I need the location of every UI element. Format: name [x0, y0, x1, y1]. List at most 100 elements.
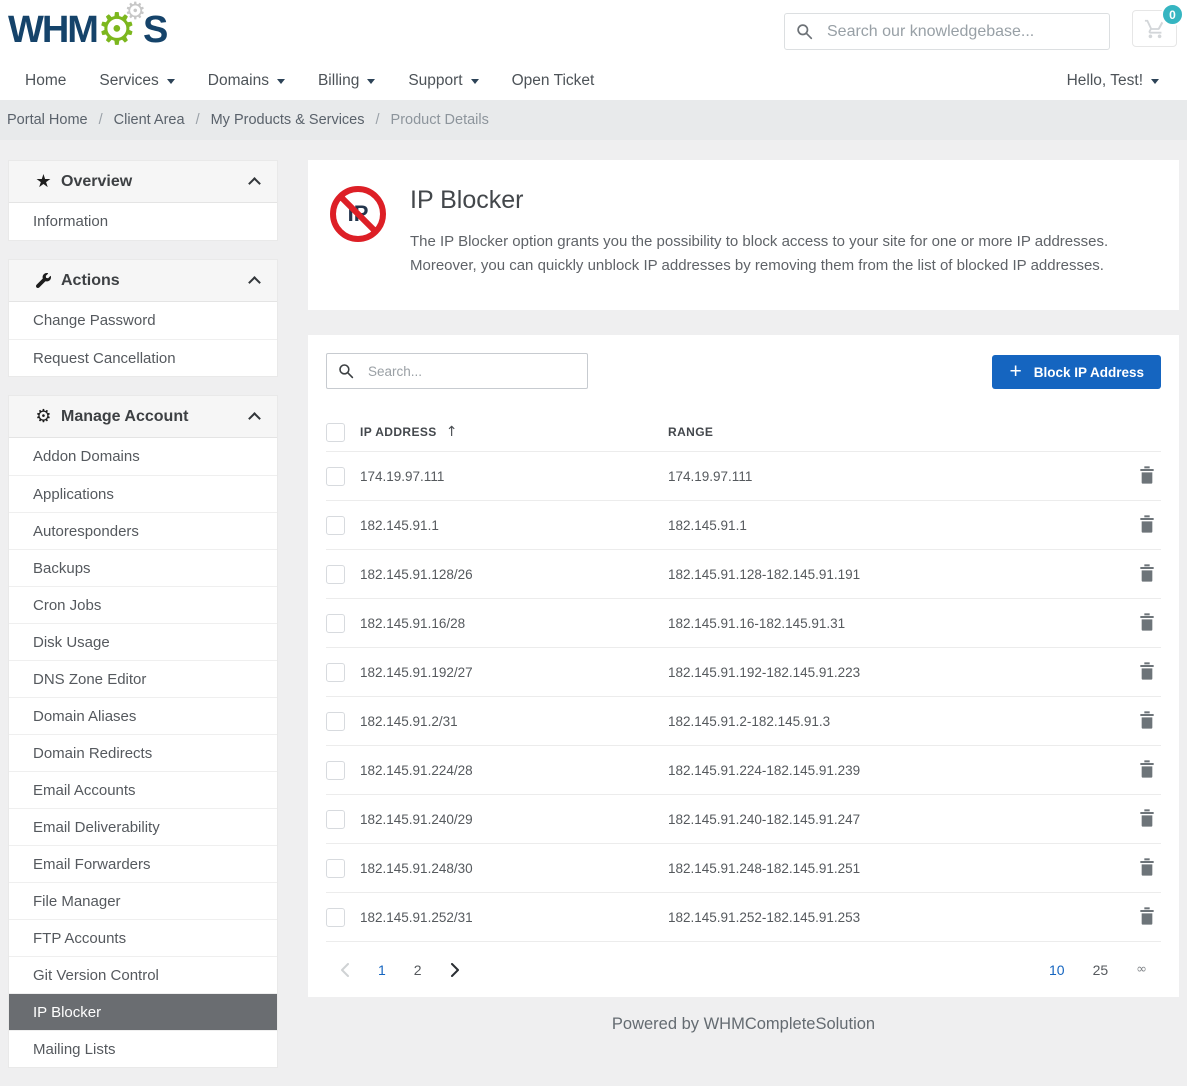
trash-icon — [1139, 515, 1155, 536]
sidebar-item-label: Email Accounts — [33, 782, 136, 799]
delete-button[interactable] — [1139, 662, 1155, 683]
sidebar-panel-title: Actions — [61, 272, 120, 290]
row-checkbox-cell — [326, 810, 360, 829]
breadcrumb-item-client-area[interactable]: Client Area — [114, 112, 185, 128]
row-checkbox[interactable] — [326, 761, 345, 780]
ip-address-column-header[interactable]: IP ADDRESS ↑ — [360, 424, 668, 440]
nav-item-label: Services — [99, 72, 158, 90]
row-checkbox[interactable] — [326, 908, 345, 927]
sidebar-item-label: IP Blocker — [33, 1004, 101, 1021]
cart-button[interactable]: 0 — [1132, 10, 1177, 47]
nav-item-domains[interactable]: Domains — [208, 72, 285, 90]
row-checkbox[interactable] — [326, 810, 345, 829]
nav-item-billing[interactable]: Billing — [318, 72, 375, 90]
sidebar-item-label: Request Cancellation — [33, 350, 176, 367]
sidebar-item-label: Backups — [33, 560, 91, 577]
sidebar-item-email-deliverability[interactable]: Email Deliverability — [9, 808, 277, 845]
delete-cell — [1133, 662, 1161, 683]
sidebar-item-change-password[interactable]: Change Password — [9, 302, 277, 339]
table-row: 182.145.91.128/26182.145.91.128-182.145.… — [326, 549, 1161, 598]
ip-table-card: + Block IP Address IP ADDRESS ↑ RANGE — [308, 335, 1179, 997]
breadcrumb-separator: / — [196, 112, 200, 128]
select-all-checkbox[interactable] — [326, 423, 345, 442]
delete-cell — [1133, 711, 1161, 732]
table-search-input[interactable] — [366, 363, 576, 380]
row-checkbox[interactable] — [326, 516, 345, 535]
breadcrumb-separator: / — [376, 112, 380, 128]
nav-item-home[interactable]: Home — [25, 72, 66, 90]
footer: Powered by WHMCompleteSolution — [308, 997, 1179, 1034]
whmcs-logo[interactable]: WHM ⚙ ⚙ S — [8, 4, 166, 56]
nav-item-label: Domains — [208, 72, 269, 90]
sidebar-item-ftp-accounts[interactable]: FTP Accounts — [9, 919, 277, 956]
sidebar-item-label: FTP Accounts — [33, 930, 126, 947]
breadcrumb: Portal Home / Client Area / My Products & Se… — [0, 100, 1187, 140]
trash-icon — [1139, 564, 1155, 585]
delete-button[interactable] — [1139, 907, 1155, 928]
ip-address-cell: 182.145.91.224/28 — [360, 763, 668, 778]
sidebar-item-domain-aliases[interactable]: Domain Aliases — [9, 697, 277, 734]
trash-icon — [1139, 662, 1155, 683]
breadcrumb-item-my-products-services[interactable]: My Products & Services — [211, 112, 365, 128]
delete-button[interactable] — [1139, 809, 1155, 830]
sidebar-item-label: Git Version Control — [33, 967, 159, 984]
row-checkbox[interactable] — [326, 712, 345, 731]
breadcrumb-item-portal-home[interactable]: Portal Home — [7, 112, 88, 128]
sidebar-item-git-version-control[interactable]: Git Version Control — [9, 956, 277, 993]
next-page-button[interactable] — [450, 963, 460, 977]
delete-button[interactable] — [1139, 760, 1155, 781]
page-button-1[interactable]: 1 — [378, 962, 386, 978]
chevron-down-icon — [1151, 79, 1159, 84]
table-row: 182.145.91.2/31182.145.91.2-182.145.91.3 — [326, 696, 1161, 745]
sidebar-item-email-forwarders[interactable]: Email Forwarders — [9, 845, 277, 882]
sidebar-panel-overview: ★OverviewInformation — [8, 160, 278, 241]
row-checkbox[interactable] — [326, 467, 345, 486]
sidebar-item-mailing-lists[interactable]: Mailing Lists — [9, 1030, 277, 1067]
sidebar-item-label: Disk Usage — [33, 634, 110, 651]
sidebar-item-addon-domains[interactable]: Addon Domains — [9, 438, 277, 475]
sidebar-item-email-accounts[interactable]: Email Accounts — [9, 771, 277, 808]
previous-page-button[interactable] — [340, 963, 350, 977]
user-menu[interactable]: Hello, Test! — [1067, 72, 1159, 90]
sidebar-item-domain-redirects[interactable]: Domain Redirects — [9, 734, 277, 771]
table-search — [326, 353, 588, 389]
page-size-button-10[interactable]: 10 — [1049, 962, 1065, 978]
delete-button[interactable] — [1139, 564, 1155, 585]
page-size-button-infinity[interactable]: ∞ — [1136, 962, 1147, 977]
sidebar-panel-header-manage-account[interactable]: ⚙Manage Account — [9, 396, 277, 438]
sidebar: ★OverviewInformation Actions Change Passwo… — [8, 160, 278, 1086]
sidebar-item-file-manager[interactable]: File Manager — [9, 882, 277, 919]
sidebar-item-applications[interactable]: Applications — [9, 475, 277, 512]
user-menu-label: Hello, Test! — [1067, 72, 1143, 90]
sidebar-item-disk-usage[interactable]: Disk Usage — [9, 623, 277, 660]
delete-button[interactable] — [1139, 711, 1155, 732]
delete-button[interactable] — [1139, 858, 1155, 879]
sidebar-item-cron-jobs[interactable]: Cron Jobs — [9, 586, 277, 623]
nav-item-open-ticket[interactable]: Open Ticket — [512, 72, 595, 90]
nav-item-services[interactable]: Services — [99, 72, 174, 90]
row-checkbox[interactable] — [326, 663, 345, 682]
table-row: 182.145.91.224/28182.145.91.224-182.145.… — [326, 745, 1161, 794]
powered-by-text[interactable]: Powered by WHMCompleteSolution — [612, 1015, 875, 1033]
row-checkbox[interactable] — [326, 614, 345, 633]
delete-button[interactable] — [1139, 466, 1155, 487]
page-size-button-25[interactable]: 25 — [1093, 962, 1109, 978]
row-checkbox[interactable] — [326, 565, 345, 584]
sidebar-item-ip-blocker[interactable]: IP Blocker — [9, 993, 277, 1030]
knowledgebase-search-input[interactable] — [825, 22, 1098, 42]
sidebar-item-autoresponders[interactable]: Autoresponders — [9, 512, 277, 549]
page-button-2[interactable]: 2 — [414, 962, 422, 978]
sidebar-panel-header-overview[interactable]: ★Overview — [9, 161, 277, 203]
nav-item-support[interactable]: Support — [408, 72, 478, 90]
select-all-cell — [326, 423, 360, 442]
delete-button[interactable] — [1139, 613, 1155, 634]
range-column-header[interactable]: RANGE — [668, 425, 1133, 439]
sidebar-item-dns-zone-editor[interactable]: DNS Zone Editor — [9, 660, 277, 697]
delete-button[interactable] — [1139, 515, 1155, 536]
block-ip-address-button[interactable]: + Block IP Address — [992, 355, 1161, 389]
sidebar-item-request-cancellation[interactable]: Request Cancellation — [9, 339, 277, 376]
sidebar-item-backups[interactable]: Backups — [9, 549, 277, 586]
row-checkbox[interactable] — [326, 859, 345, 878]
sidebar-item-information[interactable]: Information — [9, 203, 277, 240]
sidebar-panel-header-actions[interactable]: Actions — [9, 260, 277, 302]
